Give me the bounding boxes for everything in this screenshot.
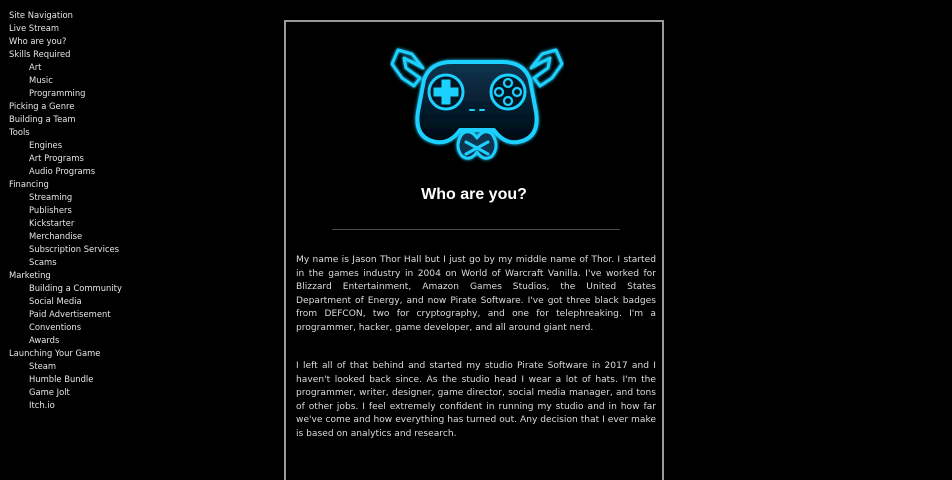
studio-paragraph: I left all of that behind and started my… [296,361,656,439]
nav-link-kickstarter[interactable]: Kickstarter [9,217,159,230]
content-panel: Who are you? My name is Jason Thor Hall … [284,20,664,480]
nav-link-publishers[interactable]: Publishers [9,204,159,217]
nav-link-music[interactable]: Music [9,74,159,87]
nav-link-art-programs[interactable]: Art Programs [9,152,159,165]
nav-link-marketing[interactable]: Marketing [9,269,159,282]
nav-link-merchandise[interactable]: Merchandise [9,230,159,243]
nav-link-humble-bundle[interactable]: Humble Bundle [9,373,159,386]
viking-gamepad-logo-icon [390,48,564,160]
nav-link-conventions[interactable]: Conventions [9,321,159,334]
nav-link-audio-programs[interactable]: Audio Programs [9,165,159,178]
nav-link-steam[interactable]: Steam [9,360,159,373]
nav-link-scams[interactable]: Scams [9,256,159,269]
nav-link-itch-io[interactable]: Itch.io [9,399,159,412]
page-title: Who are you? [421,186,527,203]
nav-link-subscription-services[interactable]: Subscription Services [9,243,159,256]
nav-link-art[interactable]: Art [9,61,159,74]
nav-link-awards[interactable]: Awards [9,334,159,347]
nav-link-building-a-team[interactable]: Building a Team [9,113,159,126]
nav-link-picking-a-genre[interactable]: Picking a Genre [9,100,159,113]
nav-link-who-are-you[interactable]: Who are you? [9,35,159,48]
site-navigation-sidebar: Site Navigation Live Stream Who are you? Sk… [9,9,159,412]
nav-link-social-media[interactable]: Social Media [9,295,159,308]
title-divider [332,229,620,230]
nav-link-streaming[interactable]: Streaming [9,191,159,204]
nav-link-programming[interactable]: Programming [9,87,159,100]
nav-link-paid-advertisement[interactable]: Paid Advertisement [9,308,159,321]
nav-link-launching-your-game[interactable]: Launching Your Game [9,347,159,360]
nav-link-site-navigation[interactable]: Site Navigation [9,9,159,22]
nav-link-engines[interactable]: Engines [9,139,159,152]
nav-link-live-stream[interactable]: Live Stream [9,22,159,35]
nav-link-game-jolt[interactable]: Game Jolt [9,386,159,399]
nav-link-skills-required[interactable]: Skills Required [9,48,159,61]
nav-link-financing[interactable]: Financing [9,178,159,191]
nav-link-building-a-community[interactable]: Building a Community [9,282,159,295]
intro-paragraph: My name is Jason Thor Hall but I just go… [296,255,656,333]
nav-link-tools[interactable]: Tools [9,126,159,139]
